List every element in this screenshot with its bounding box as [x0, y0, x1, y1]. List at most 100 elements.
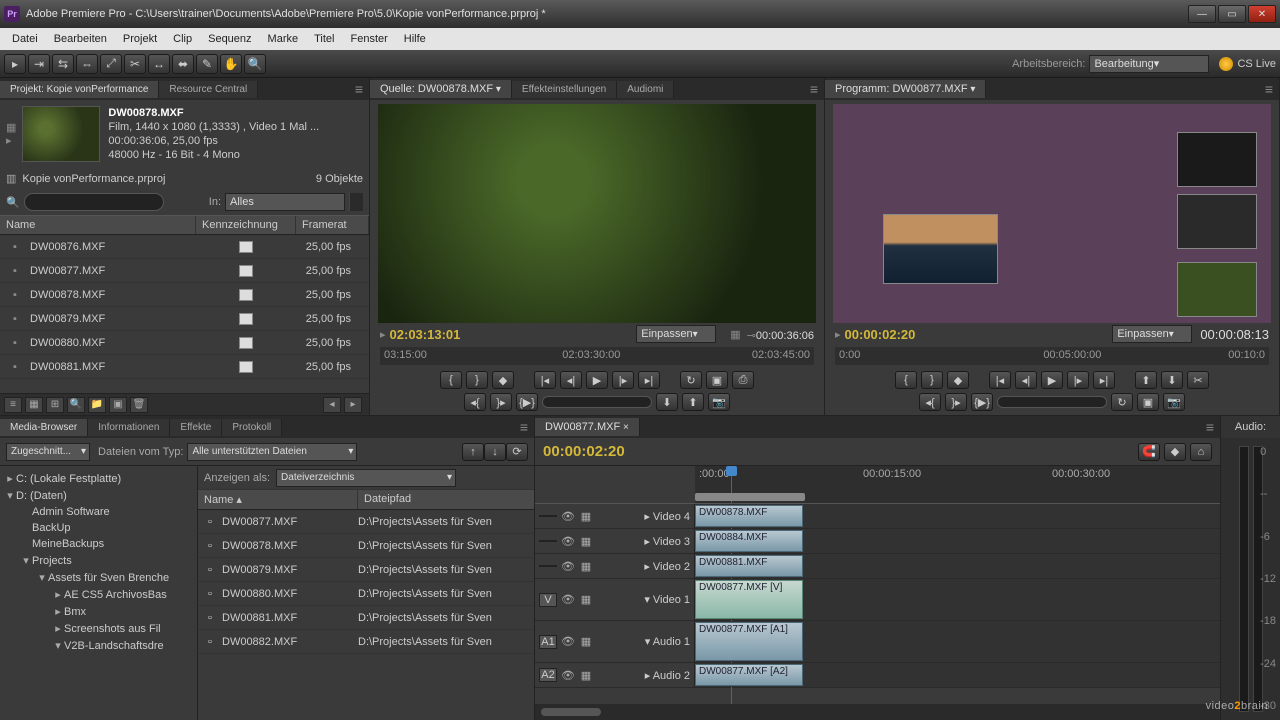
menu-marke[interactable]: Marke [260, 31, 307, 47]
poster-icon[interactable]: ▦ [6, 121, 16, 134]
tree-item[interactable]: MeineBackups [0, 536, 197, 552]
program-ruler[interactable]: 0:00 00:05:00:00 00:10:0 [835, 347, 1269, 365]
col-framerate[interactable]: Framerat [296, 216, 369, 234]
slip-tool-icon[interactable]: ↔ [148, 54, 170, 74]
tree-item[interactable]: ▾D: (Daten) [0, 487, 197, 504]
track-body[interactable]: DW00878.MXF [695, 504, 1220, 528]
track-body[interactable]: DW00881.MXF [695, 554, 1220, 578]
track-header[interactable]: A2👁▦▸ Audio 2 [535, 663, 695, 687]
track-header[interactable]: 👁▦▸ Video 4 [535, 504, 695, 528]
col-name[interactable]: Name [0, 216, 196, 234]
file-row[interactable]: ▫DW00882.MXFD:\Projects\Assets für Sven [198, 630, 534, 654]
step-fwd-icon[interactable]: |▸ [1067, 371, 1089, 389]
lift-icon[interactable]: ⬆ [1135, 371, 1157, 389]
tree-item[interactable]: BackUp [0, 520, 197, 536]
cs-live-button[interactable]: CS Live [1219, 57, 1276, 71]
menu-sequenz[interactable]: Sequenz [200, 31, 259, 47]
marker-icon[interactable]: ◆ [1164, 443, 1186, 461]
track[interactable]: A1👁▦▾ Audio 1DW00877.MXF [A1] [535, 621, 1220, 663]
set-out-icon[interactable]: } [466, 371, 488, 389]
list-item[interactable]: ▪DW00879.MXF25,00 fps [0, 307, 369, 331]
source-fit-dropdown[interactable]: Einpassen ▾ [636, 325, 716, 343]
track-body[interactable]: DW00877.MXF [V] [695, 579, 1220, 620]
lock-icon[interactable]: ▦ [579, 535, 593, 548]
marker-icon[interactable]: ◆ [492, 371, 514, 389]
track[interactable]: 👁▦▸ Video 2DW00881.MXF [535, 554, 1220, 579]
find-icon[interactable]: 🔍 [67, 397, 85, 413]
panel-menu-icon[interactable]: ≡ [1200, 419, 1220, 435]
goto-in-icon[interactable]: |◂ [534, 371, 556, 389]
rolling-tool-icon[interactable]: ⇔ [76, 54, 98, 74]
eye-icon[interactable]: 👁 [561, 560, 575, 573]
scroll-left-icon[interactable]: ◂ [323, 397, 341, 413]
folder-tree[interactable]: ▸C: (Lokale Festplatte)▾D: (Daten)Admin … [0, 466, 198, 720]
tab-program[interactable]: Programm: DW00877.MXF ▾ [825, 80, 986, 98]
insert-icon[interactable]: ⬇ [656, 393, 678, 411]
eye-icon[interactable]: 👁 [561, 593, 575, 606]
overwrite-icon[interactable]: ⬆ [682, 393, 704, 411]
list-item[interactable]: ▪DW00880.MXF25,00 fps [0, 331, 369, 355]
track-select-tool-icon[interactable]: ⇥ [28, 54, 50, 74]
track-body[interactable]: DW00877.MXF [A1] [695, 621, 1220, 662]
tab-source[interactable]: Quelle: DW00878.MXF ▾ [370, 80, 512, 98]
step-back-icon[interactable]: ◂| [1015, 371, 1037, 389]
file-row[interactable]: ▫DW00878.MXFD:\Projects\Assets für Sven [198, 534, 534, 558]
step-back-icon[interactable]: ◂| [560, 371, 582, 389]
new-item-icon[interactable]: ▣ [109, 397, 127, 413]
source-ruler[interactable]: 03:15:00 02:03:30:00 02:03:45:00 [380, 347, 814, 365]
loop-icon[interactable]: ↻ [1111, 393, 1133, 411]
file-row[interactable]: ▫DW00877.MXFD:\Projects\Assets für Sven [198, 510, 534, 534]
export-frame-icon[interactable]: 📷 [1163, 393, 1185, 411]
tab-resource-central[interactable]: Resource Central [159, 81, 258, 98]
file-row[interactable]: ▫DW00879.MXFD:\Projects\Assets für Sven [198, 558, 534, 582]
hand-tool-icon[interactable]: ✋ [220, 54, 242, 74]
tree-item[interactable]: ▸C: (Lokale Festplatte) [0, 470, 197, 487]
slide-tool-icon[interactable]: ⬌ [172, 54, 194, 74]
menu-bearbeiten[interactable]: Bearbeiten [46, 31, 115, 47]
source-video[interactable] [378, 104, 816, 323]
play-inout-icon[interactable]: {▶} [516, 393, 538, 411]
tree-item[interactable]: ▸Screenshots aus Fil [0, 620, 197, 637]
set-in-icon[interactable]: { [440, 371, 462, 389]
col-tag[interactable]: Kennzeichnung [196, 216, 296, 234]
selection-tool-icon[interactable]: ▸ [4, 54, 26, 74]
lock-icon[interactable]: ▦ [579, 635, 593, 648]
program-fit-dropdown[interactable]: Einpassen ▾ [1112, 325, 1192, 343]
tree-item[interactable]: ▸Bmx [0, 603, 197, 620]
close-button[interactable]: ✕ [1248, 5, 1276, 23]
lock-icon[interactable]: ▦ [579, 669, 593, 682]
type-dropdown[interactable]: Alle unterstützten Dateien [187, 443, 357, 461]
tree-item[interactable]: ▸AE CS5 ArchivosBas [0, 586, 197, 603]
program-timecode-current[interactable]: 00:00:02:20 [845, 327, 916, 342]
track-header[interactable]: V👁▦▾ Video 1 [535, 579, 695, 620]
view-dropdown[interactable]: Zugeschnitt... [6, 443, 90, 461]
col-file-path[interactable]: Dateipfad [358, 490, 534, 509]
file-row[interactable]: ▫DW00880.MXFD:\Projects\Assets für Sven [198, 582, 534, 606]
minimize-button[interactable]: — [1188, 5, 1216, 23]
trim-icon[interactable]: ✂ [1187, 371, 1209, 389]
work-area-bar[interactable] [695, 493, 805, 501]
tab-effekte[interactable]: Effekte [170, 419, 222, 436]
goto-out-icon[interactable]: ▸| [1093, 371, 1115, 389]
tree-item[interactable]: ▾Assets für Sven Brenche [0, 569, 197, 586]
menu-projekt[interactable]: Projekt [115, 31, 165, 47]
extract-icon[interactable]: ⬇ [1161, 371, 1183, 389]
razor-tool-icon[interactable]: ✂ [124, 54, 146, 74]
timeline-tracks[interactable]: 👁▦▸ Video 4DW00878.MXF👁▦▸ Video 3DW00884… [535, 504, 1220, 704]
safe-margin-icon[interactable]: ▣ [1137, 393, 1159, 411]
file-list[interactable]: ▫DW00877.MXFD:\Projects\Assets für Sven▫… [198, 510, 534, 720]
step-fwd-icon[interactable]: |▸ [612, 371, 634, 389]
menu-datei[interactable]: Datei [4, 31, 46, 47]
shuttle-slider[interactable] [542, 396, 652, 408]
panel-menu-icon[interactable]: ≡ [514, 419, 534, 435]
prev-edit-icon[interactable]: ◂{ [919, 393, 941, 411]
in-point-icon[interactable]: ▸ [380, 328, 386, 341]
eye-icon[interactable]: 👁 [561, 535, 575, 548]
timeline-ruler[interactable]: :00:00 00:00:15:00 00:00:30:00 [695, 466, 1220, 504]
tree-item[interactable]: Admin Software [0, 504, 197, 520]
track-body[interactable]: DW00884.MXF [695, 529, 1220, 553]
goto-out-icon[interactable]: ▸| [638, 371, 660, 389]
track[interactable]: V👁▦▾ Video 1DW00877.MXF [V] [535, 579, 1220, 621]
nav-down-icon[interactable]: ↓ [484, 443, 506, 461]
auto-size-icon[interactable]: ⊞ [46, 397, 64, 413]
